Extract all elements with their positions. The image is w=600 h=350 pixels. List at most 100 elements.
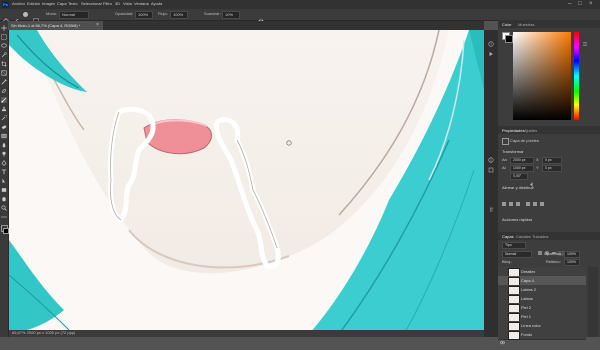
zoom-tool-icon[interactable] — [1, 205, 7, 211]
panel-background-swatch[interactable] — [505, 35, 513, 43]
path-select-icon[interactable] — [1, 178, 7, 184]
width-field[interactable]: 2000 px — [510, 157, 534, 164]
opacity-field[interactable]: 100% — [135, 11, 153, 19]
document-tab[interactable]: Sin título-1 al 66,7% (Capa 4, RGB/8) * … — [8, 21, 103, 30]
layer-filter-icons — [538, 243, 582, 256]
eye-icon[interactable] — [499, 269, 506, 282]
menu-window[interactable]: Ventana — [134, 2, 149, 6]
menu-bar: Ps Archivo Edición Imagen Capa Texto Sel… — [0, 0, 600, 9]
eye-icon[interactable] — [499, 296, 506, 309]
layer-name: Labios — [521, 297, 533, 301]
color-picker-field[interactable] — [513, 32, 571, 120]
tab-color[interactable]: Color — [502, 22, 512, 27]
menu-file[interactable]: Archivo — [12, 2, 25, 6]
tools-panel — [0, 21, 9, 337]
fill-label: Relleno: — [546, 260, 561, 264]
canvas[interactable] — [9, 30, 484, 334]
layers-list: Detalles Capa 4 Labios 2 Labios Piel 2 P… — [498, 267, 586, 345]
history-icon[interactable] — [488, 34, 494, 47]
layers-panel-tabs: Capas Canales Trazados — [498, 232, 600, 240]
menu-filter[interactable]: Filtro — [103, 2, 112, 6]
menu-layer[interactable]: Capa — [57, 2, 67, 6]
layers-scrollbar[interactable] — [588, 267, 598, 337]
eye-icon[interactable] — [499, 332, 506, 345]
brush-size-icon[interactable] — [23, 12, 28, 17]
frame-tool-icon[interactable] — [1, 70, 7, 76]
mode-label: Modo: — [46, 12, 58, 16]
angle-field[interactable]: 0,00° — [510, 173, 528, 180]
flow-field[interactable]: 100% — [170, 11, 188, 19]
move-tool-icon[interactable] — [1, 25, 7, 31]
lock-icons[interactable] — [515, 259, 540, 272]
menu-edit[interactable]: Edición — [27, 2, 40, 6]
eye-icon[interactable] — [499, 314, 506, 327]
menu-3d[interactable]: 3D — [115, 2, 120, 6]
quick-select-icon[interactable] — [1, 52, 7, 58]
flow-label: Flujo: — [158, 12, 168, 16]
adjustments-icon[interactable] — [488, 150, 494, 163]
layer-name: Piel 1 — [521, 315, 532, 319]
x-field[interactable]: 0 px — [542, 157, 562, 164]
eye-icon[interactable] — [499, 278, 506, 291]
smooth-field[interactable]: 10% — [222, 11, 240, 19]
minimize-icon[interactable]: – — [568, 1, 571, 7]
crop-tool-icon[interactable] — [1, 61, 7, 67]
marquee-tool-icon[interactable] — [1, 34, 7, 40]
tab-paths[interactable]: Trazados — [532, 234, 549, 239]
opacity-label: Opacidad: — [115, 12, 134, 16]
dodge-tool-icon[interactable] — [1, 151, 7, 157]
hue-slider[interactable] — [574, 32, 579, 120]
eyedropper-tool-icon[interactable] — [1, 79, 7, 85]
brush-settings-icon[interactable] — [33, 11, 39, 24]
eye-icon[interactable] — [499, 287, 506, 300]
tab-swatches[interactable]: Muestras — [518, 22, 534, 27]
actions-icon[interactable] — [488, 44, 494, 56]
align-buttons — [502, 194, 562, 206]
eye-icon[interactable] — [499, 323, 506, 336]
pen-tool-icon[interactable] — [1, 160, 7, 166]
brush-tool-icon[interactable] — [1, 97, 7, 103]
tab-properties[interactable]: Propiedades — [502, 128, 524, 133]
menu-help[interactable]: Ayuda — [151, 2, 162, 6]
gradient-tool-icon[interactable] — [1, 133, 7, 139]
maximize-icon[interactable]: □ — [578, 1, 582, 7]
clone-stamp-icon[interactable] — [1, 106, 7, 112]
eraser-tool-icon[interactable] — [1, 124, 7, 130]
menu-view[interactable]: Vista — [123, 2, 132, 6]
brush-preset-icon[interactable] — [13, 11, 19, 24]
symmetry-icon[interactable] — [258, 11, 264, 24]
y-field[interactable]: 0 px — [542, 165, 562, 172]
collapsed-panels-strip — [484, 30, 498, 337]
menu-image[interactable]: Imagen — [42, 2, 55, 6]
layer-filter-select[interactable]: Tipo — [502, 242, 526, 249]
close-icon[interactable]: × — [589, 1, 593, 7]
tab-channels[interactable]: Canales — [516, 234, 531, 239]
healing-brush-icon[interactable] — [1, 88, 7, 94]
lasso-tool-icon[interactable] — [1, 43, 7, 49]
home-icon[interactable] — [3, 11, 9, 24]
hand-tool-icon[interactable] — [1, 196, 7, 202]
libraries-icon[interactable] — [488, 160, 494, 173]
menu-select[interactable]: Seleccionar — [81, 2, 102, 6]
height-field[interactable]: 1000 px — [510, 165, 534, 172]
x-label: X — [536, 158, 539, 162]
layer-type-label: Capa de píxeles — [510, 139, 539, 143]
tab-layers[interactable]: Capas — [502, 234, 514, 239]
rectangle-tool-icon[interactable] — [1, 187, 7, 193]
mode-select[interactable]: Normal — [59, 11, 89, 19]
eye-icon[interactable] — [499, 305, 506, 318]
layer-opacity-field[interactable]: 100% — [564, 251, 580, 258]
paragraph-icon[interactable] — [488, 200, 494, 212]
fill-field[interactable]: 100% — [564, 259, 580, 266]
tab-close-icon[interactable]: × — [96, 22, 99, 28]
menu-type[interactable]: Texto — [68, 2, 78, 6]
flip-icon[interactable] — [529, 174, 535, 187]
blur-tool-icon[interactable] — [1, 142, 7, 148]
layer-row[interactable]: Fondo — [498, 330, 586, 345]
type-tool-icon[interactable] — [1, 169, 7, 175]
blend-mode-select[interactable]: Normal — [502, 251, 532, 258]
panel-menu-icon[interactable] — [582, 34, 588, 46]
tab-adjustments[interactable]: Ajustes — [524, 128, 537, 133]
history-brush-icon[interactable] — [1, 115, 7, 121]
more-tools-icon[interactable] — [1, 214, 7, 220]
